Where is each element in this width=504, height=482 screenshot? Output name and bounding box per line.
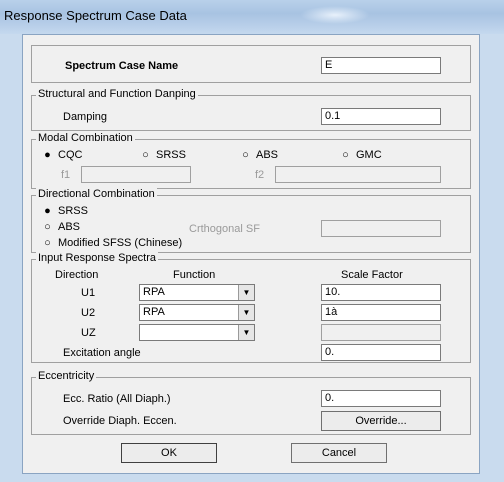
directional-radio-srss[interactable]: ● SRSS <box>43 205 88 217</box>
modal-radio-cqc[interactable]: ● CQC <box>43 149 82 161</box>
scale-factor-uz-input <box>321 324 441 341</box>
dialog-body: Spectrum Case Name E Structural and Func… <box>22 34 480 474</box>
scale-factor-column-header: Scale Factor <box>341 269 403 281</box>
directional-radio-modified-srss[interactable]: ○ Modified SFSS (Chinese) <box>43 237 182 249</box>
function-column-header: Function <box>173 269 216 281</box>
window-title: Response Spectrum Case Data <box>4 8 187 23</box>
direction-u1-label: U1 <box>81 287 96 299</box>
override-button[interactable]: Override... <box>321 411 441 431</box>
direction-column-header: Direction <box>55 269 99 281</box>
f2-input <box>275 166 441 183</box>
modal-combination-legend: Modal Combination <box>36 132 135 144</box>
radio-unselected-icon: ○ <box>342 149 349 161</box>
chevron-down-icon[interactable]: ▼ <box>238 305 254 320</box>
ecc-ratio-label: Ecc. Ratio (All Diaph.) <box>63 393 171 405</box>
ecc-ratio-input[interactable]: 0. <box>321 390 441 407</box>
function-u1-select[interactable]: RPA ▼ <box>139 284 255 301</box>
modal-radio-abs[interactable]: ○ ABS <box>241 149 278 161</box>
override-diaph-eccen-label: Override Diaph. Eccen. <box>63 415 177 427</box>
radio-unselected-icon: ○ <box>242 149 249 161</box>
radio-unselected-icon: ○ <box>44 237 51 249</box>
direction-uz-label: UZ <box>81 327 96 339</box>
cancel-button[interactable]: Cancel <box>291 443 387 463</box>
function-u2-select[interactable]: RPA ▼ <box>139 304 255 321</box>
orthogonal-sf-input <box>321 220 441 237</box>
title-bar: Response Spectrum Case Data <box>0 0 504 34</box>
scale-factor-u1-input[interactable]: 10. <box>321 284 441 301</box>
radio-unselected-icon: ○ <box>44 221 51 233</box>
function-uz-select[interactable]: ▼ <box>139 324 255 341</box>
eccentricity-legend: Eccentricity <box>36 370 97 382</box>
excitation-angle-input[interactable]: 0. <box>321 344 441 361</box>
direction-u2-label: U2 <box>81 307 96 319</box>
radio-selected-icon: ● <box>44 149 51 161</box>
f2-label: f2 <box>255 169 265 181</box>
chevron-down-icon[interactable]: ▼ <box>238 325 254 340</box>
orthogonal-sf-label: Crthogonal SF <box>189 223 260 235</box>
excitation-angle-label: Excitation angle <box>63 347 141 359</box>
damping-legend: Structural and Function Danping <box>36 88 198 100</box>
spectrum-case-name-label: Spectrum Case Name <box>65 60 179 72</box>
modal-radio-gmc[interactable]: ○ GMC <box>341 149 382 161</box>
f1-input <box>81 166 191 183</box>
chevron-down-icon[interactable]: ▼ <box>238 285 254 300</box>
directional-combination-legend: Directional Combination <box>36 188 157 200</box>
scale-factor-u2-input[interactable]: 1à <box>321 304 441 321</box>
f1-label: f1 <box>61 169 71 181</box>
title-glow <box>300 6 370 24</box>
modal-radio-srss[interactable]: ○ SRSS <box>141 149 186 161</box>
directional-radio-abs[interactable]: ○ ABS <box>43 221 80 233</box>
damping-input[interactable]: 0.1 <box>321 108 441 125</box>
spectrum-case-name-input[interactable]: E <box>321 57 441 74</box>
ok-button[interactable]: OK <box>121 443 217 463</box>
damping-label: Damping <box>63 111 108 123</box>
input-response-spectra-legend: Input Response Spectra <box>36 252 159 264</box>
radio-selected-icon: ● <box>44 205 51 217</box>
radio-unselected-icon: ○ <box>142 149 149 161</box>
